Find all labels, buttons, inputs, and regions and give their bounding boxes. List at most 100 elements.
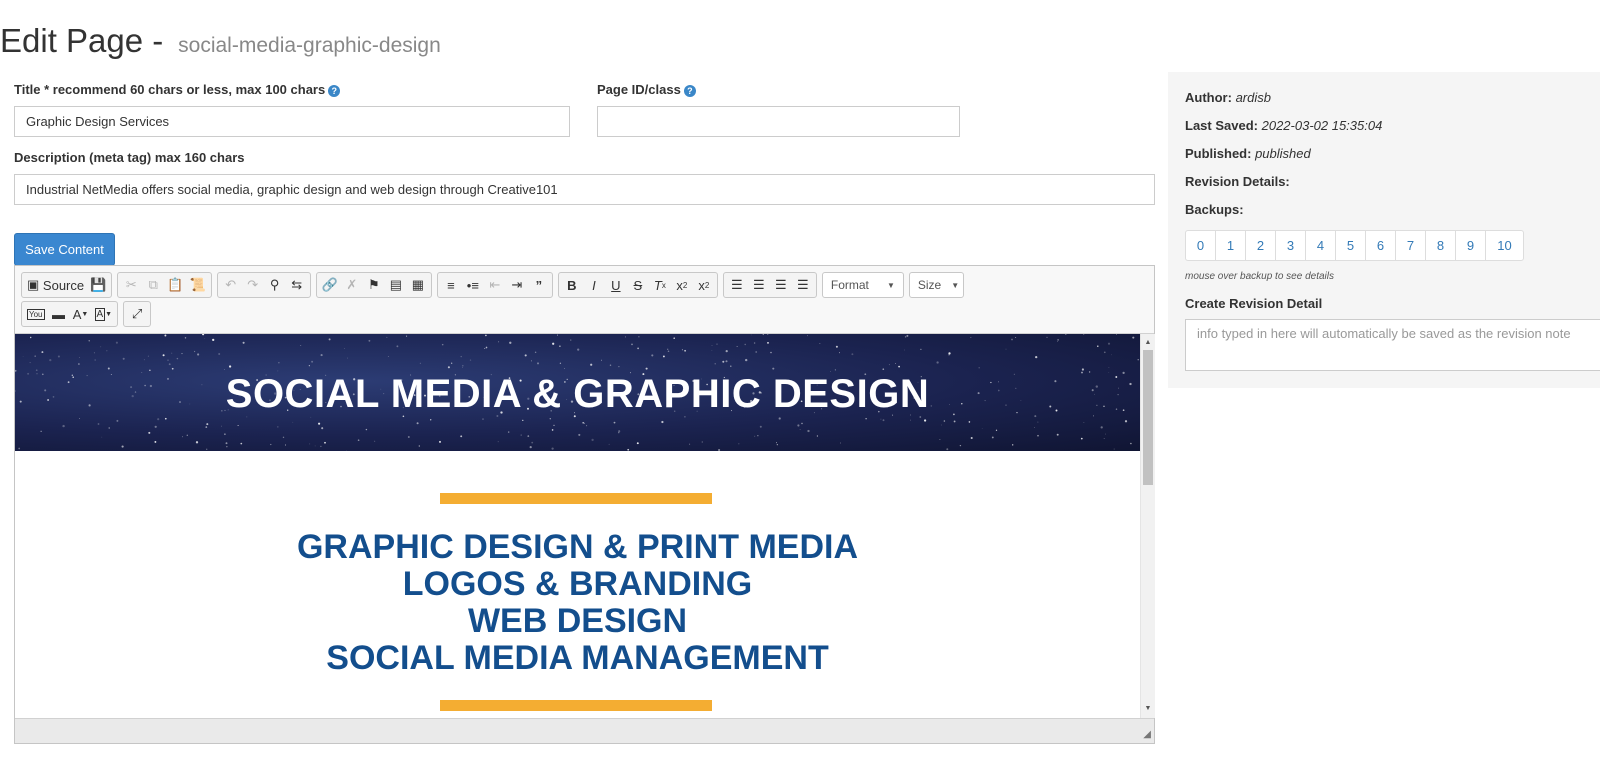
- backup-link[interactable]: 4: [1306, 231, 1336, 260]
- author-value: ardisb: [1235, 90, 1271, 105]
- format-dropdown-label: Format: [830, 278, 869, 292]
- banner-title: SOCIAL MEDIA & GRAPHIC DESIGN: [225, 372, 930, 416]
- help-icon[interactable]: ?: [328, 85, 341, 97]
- service-line: WEB DESIGN: [467, 602, 688, 640]
- strikethrough-icon[interactable]: S: [627, 274, 649, 296]
- blockquote-icon[interactable]: ”: [528, 274, 550, 296]
- cut-icon[interactable]: ✂: [120, 274, 142, 296]
- title-label: Title * recommend 60 chars or less, max …: [14, 82, 341, 97]
- revision-note-textarea[interactable]: info typed in here will automatically be…: [1185, 319, 1600, 371]
- source-icon: ▣: [27, 277, 40, 292]
- author-info: Author: ardisb: [1185, 90, 1271, 105]
- subscript-icon[interactable]: x2: [693, 274, 715, 296]
- backup-link[interactable]: 7: [1396, 231, 1426, 260]
- horizontal-rule-icon[interactable]: ▬: [48, 303, 70, 325]
- backup-link[interactable]: 6: [1366, 231, 1396, 260]
- backup-link[interactable]: 5: [1336, 231, 1366, 260]
- background-color-icon[interactable]: A ▼: [92, 303, 116, 325]
- size-dropdown-label: Size: [917, 278, 942, 292]
- page-id-label: Page ID/class?: [597, 82, 696, 97]
- editor-statusbar: ◢: [15, 718, 1154, 743]
- last-saved-value: 2022-03-02 15:35:04: [1261, 118, 1383, 133]
- copy-icon[interactable]: ⧉: [142, 274, 164, 296]
- toolbar-group-tools: ⤢: [123, 301, 152, 327]
- indent-icon[interactable]: ⇥: [506, 274, 528, 296]
- replace-icon[interactable]: ⇆: [286, 274, 308, 296]
- source-button[interactable]: ▣ Source: [24, 274, 87, 296]
- backup-link[interactable]: 0: [1186, 231, 1216, 260]
- page-id-input[interactable]: [597, 106, 960, 137]
- backup-link[interactable]: 2: [1246, 231, 1276, 260]
- toolbar-row-2: You ▬ A ▼ A ▼ ⤢: [21, 301, 156, 327]
- description-input[interactable]: Industrial NetMedia offers social media,…: [14, 174, 1155, 205]
- maximize-icon[interactable]: ⤢: [126, 303, 148, 325]
- align-center-icon[interactable]: ☰: [748, 274, 770, 296]
- published-value: published: [1255, 146, 1311, 161]
- rich-text-editor: ▣ Source 💾 ✂ ⧉ 📋 📜 ↶ ↷ ⚲ ⇆ 🔗 ✗ ⚑ ▤ ▦ ≡ •…: [14, 265, 1155, 744]
- numbered-list-icon[interactable]: ≡: [440, 274, 462, 296]
- toolbar-group-align: ☰ ☰ ☰ ☰: [722, 272, 817, 298]
- page-title: Edit Page -: [0, 22, 164, 59]
- save-icon[interactable]: 💾: [87, 274, 109, 296]
- revision-details-text: Revision Details:: [1185, 174, 1290, 189]
- editor-toolbar: ▣ Source 💾 ✂ ⧉ 📋 📜 ↶ ↷ ⚲ ⇆ 🔗 ✗ ⚑ ▤ ▦ ≡ •…: [15, 266, 1154, 334]
- bold-icon[interactable]: B: [561, 274, 583, 296]
- save-content-button[interactable]: Save Content: [14, 233, 115, 266]
- align-left-icon[interactable]: ☰: [726, 274, 748, 296]
- text-color-icon[interactable]: A ▼: [70, 303, 92, 325]
- toolbar-group-lists: ≡ •≡ ⇤ ⇥ ”: [436, 272, 553, 298]
- backups-label: Backups:: [1185, 202, 1244, 217]
- link-icon[interactable]: 🔗: [319, 274, 341, 296]
- format-dropdown[interactable]: Format ▼: [821, 272, 904, 298]
- source-label: Source: [42, 277, 85, 293]
- outdent-icon[interactable]: ⇤: [484, 274, 506, 296]
- backup-link[interactable]: 3: [1276, 231, 1306, 260]
- create-revision-label: Create Revision Detail: [1185, 296, 1323, 311]
- help-icon[interactable]: ?: [683, 85, 696, 97]
- paste-text-icon[interactable]: 📜: [187, 274, 209, 296]
- author-label: Author:: [1185, 90, 1232, 105]
- scroll-up-icon[interactable]: ▲: [1141, 336, 1155, 350]
- anchor-flag-icon[interactable]: ⚑: [363, 274, 385, 296]
- superscript-icon[interactable]: x2: [671, 274, 693, 296]
- unlink-icon[interactable]: ✗: [341, 274, 363, 296]
- page-info-sidebar: Author: ardisb Last Saved: 2022-03-02 15…: [1168, 72, 1600, 388]
- chevron-down-icon: ▼: [886, 280, 895, 290]
- find-icon[interactable]: ⚲: [264, 274, 286, 296]
- page-heading: Edit Page - social-media-graphic-design: [0, 22, 441, 60]
- align-justify-icon[interactable]: ☰: [792, 274, 814, 296]
- backup-link[interactable]: 10: [1486, 231, 1523, 260]
- undo-icon[interactable]: ↶: [220, 274, 242, 296]
- accent-bar-top: [440, 493, 712, 504]
- editor-scrollbar[interactable]: ▲ ▼: [1140, 334, 1155, 718]
- resize-grip-icon[interactable]: ◢: [1141, 730, 1151, 740]
- align-right-icon[interactable]: ☰: [770, 274, 792, 296]
- image-icon[interactable]: ▤: [385, 274, 407, 296]
- toolbar-row-1: ▣ Source 💾 ✂ ⧉ 📋 📜 ↶ ↷ ⚲ ⇆ 🔗 ✗ ⚑ ▤ ▦ ≡ •…: [21, 272, 969, 298]
- toolbar-group-basic-styles: B I U S Tx x2 x2: [557, 272, 718, 298]
- scroll-down-icon[interactable]: ▼: [1141, 702, 1155, 716]
- backup-link[interactable]: 1: [1216, 231, 1246, 260]
- redo-icon[interactable]: ↷: [242, 274, 264, 296]
- last-saved-info: Last Saved: 2022-03-02 15:35:04: [1185, 118, 1382, 133]
- table-icon[interactable]: ▦: [407, 274, 429, 296]
- editor-content[interactable]: SOCIAL MEDIA & GRAPHIC DESIGN GRAPHIC DE…: [15, 334, 1140, 718]
- backup-link[interactable]: 8: [1426, 231, 1456, 260]
- banner: SOCIAL MEDIA & GRAPHIC DESIGN: [15, 334, 1140, 451]
- toolbar-group-document: ▣ Source 💾: [21, 272, 113, 298]
- title-input[interactable]: Graphic Design Services: [14, 106, 570, 137]
- remove-format-icon[interactable]: Tx: [649, 274, 671, 296]
- backup-link[interactable]: 9: [1456, 231, 1486, 260]
- paste-icon[interactable]: 📋: [164, 274, 186, 296]
- youtube-icon[interactable]: You: [24, 303, 48, 325]
- backups-pagination: 0 1 2 3 4 5 6 7 8 9 10: [1185, 230, 1524, 261]
- underline-icon[interactable]: U: [605, 274, 627, 296]
- italic-icon[interactable]: I: [583, 274, 605, 296]
- accent-bar-bottom: [440, 700, 712, 711]
- description-label: Description (meta tag) max 160 chars: [14, 150, 245, 165]
- size-dropdown[interactable]: Size ▼: [908, 272, 964, 298]
- bulleted-list-icon[interactable]: •≡: [462, 274, 484, 296]
- toolbar-group-clipboard: ✂ ⧉ 📋 📜: [117, 272, 212, 298]
- scroll-thumb[interactable]: [1143, 350, 1153, 485]
- published-label: Published:: [1185, 146, 1252, 161]
